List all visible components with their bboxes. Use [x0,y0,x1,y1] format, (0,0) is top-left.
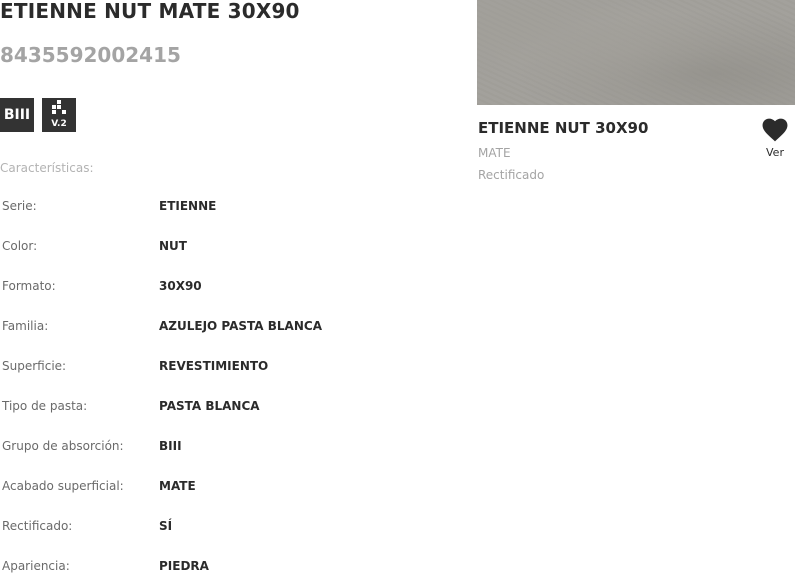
version-badge: V.2 [42,98,76,132]
spec-value: ETIENNE [159,199,217,213]
favorite-button[interactable]: Ver [760,118,790,164]
spec-key: Apariencia: [2,559,70,573]
spec-value: 30X90 [159,279,202,293]
spec-value: NUT [159,239,187,253]
spec-key: Serie: [2,199,37,213]
characteristics-heading: Características: [0,161,94,175]
heart-icon [762,118,788,142]
absorption-badge: BIII [0,98,34,132]
version-badge-label: V.2 [51,119,67,129]
spec-row-familia: Familia: AZULEJO PASTA BLANCA [2,306,422,346]
spec-value: PASTA BLANCA [159,399,260,413]
spec-row-formato: Formato: 30X90 [2,266,422,306]
spec-row-rectificado: Rectificado: SÍ [2,506,422,546]
spec-key: Rectificado: [2,519,73,533]
spec-row-superficie: Superficie: REVESTIMIENTO [2,346,422,386]
spec-value: AZULEJO PASTA BLANCA [159,319,322,333]
product-ean-code: 8435592002415 [0,43,181,67]
spec-row-color: Color: NUT [2,226,422,266]
product-title: ETIENNE NUT MATE 30X90 [0,0,300,23]
spec-value: SÍ [159,519,173,533]
spec-value: REVESTIMIENTO [159,359,269,373]
spec-key: Superficie: [2,359,67,373]
spec-row-apariencia: Apariencia: PIEDRA [2,546,422,579]
spec-value: MATE [159,479,196,493]
spec-key: Formato: [2,279,56,293]
spec-row-acabado: Acabado superficial: MATE [2,466,422,506]
spec-key: Grupo de absorción: [2,439,124,453]
absorption-badge-label: BIII [3,107,31,123]
card-product-title[interactable]: ETIENNE NUT 30X90 [478,119,648,137]
spec-value: PIEDRA [159,559,209,573]
grid-dots-icon [52,100,66,114]
spec-key: Color: [2,239,38,253]
favorite-label: Ver [766,146,784,159]
card-edge-text: Rectificado [478,168,545,182]
spec-key: Tipo de pasta: [2,399,88,413]
spec-row-grupo-absorcion: Grupo de absorción: BIII [2,426,422,466]
spec-value: BIII [159,439,182,453]
card-finish-text: MATE [478,146,511,160]
characteristics-table: Serie: ETIENNE Color: NUT Formato: 30X90… [2,186,422,579]
spec-key: Familia: [2,319,49,333]
spec-key: Acabado superficial: [2,479,124,493]
product-image[interactable] [477,0,795,105]
spec-row-serie: Serie: ETIENNE [2,186,422,226]
spec-row-tipo-pasta: Tipo de pasta: PASTA BLANCA [2,386,422,426]
